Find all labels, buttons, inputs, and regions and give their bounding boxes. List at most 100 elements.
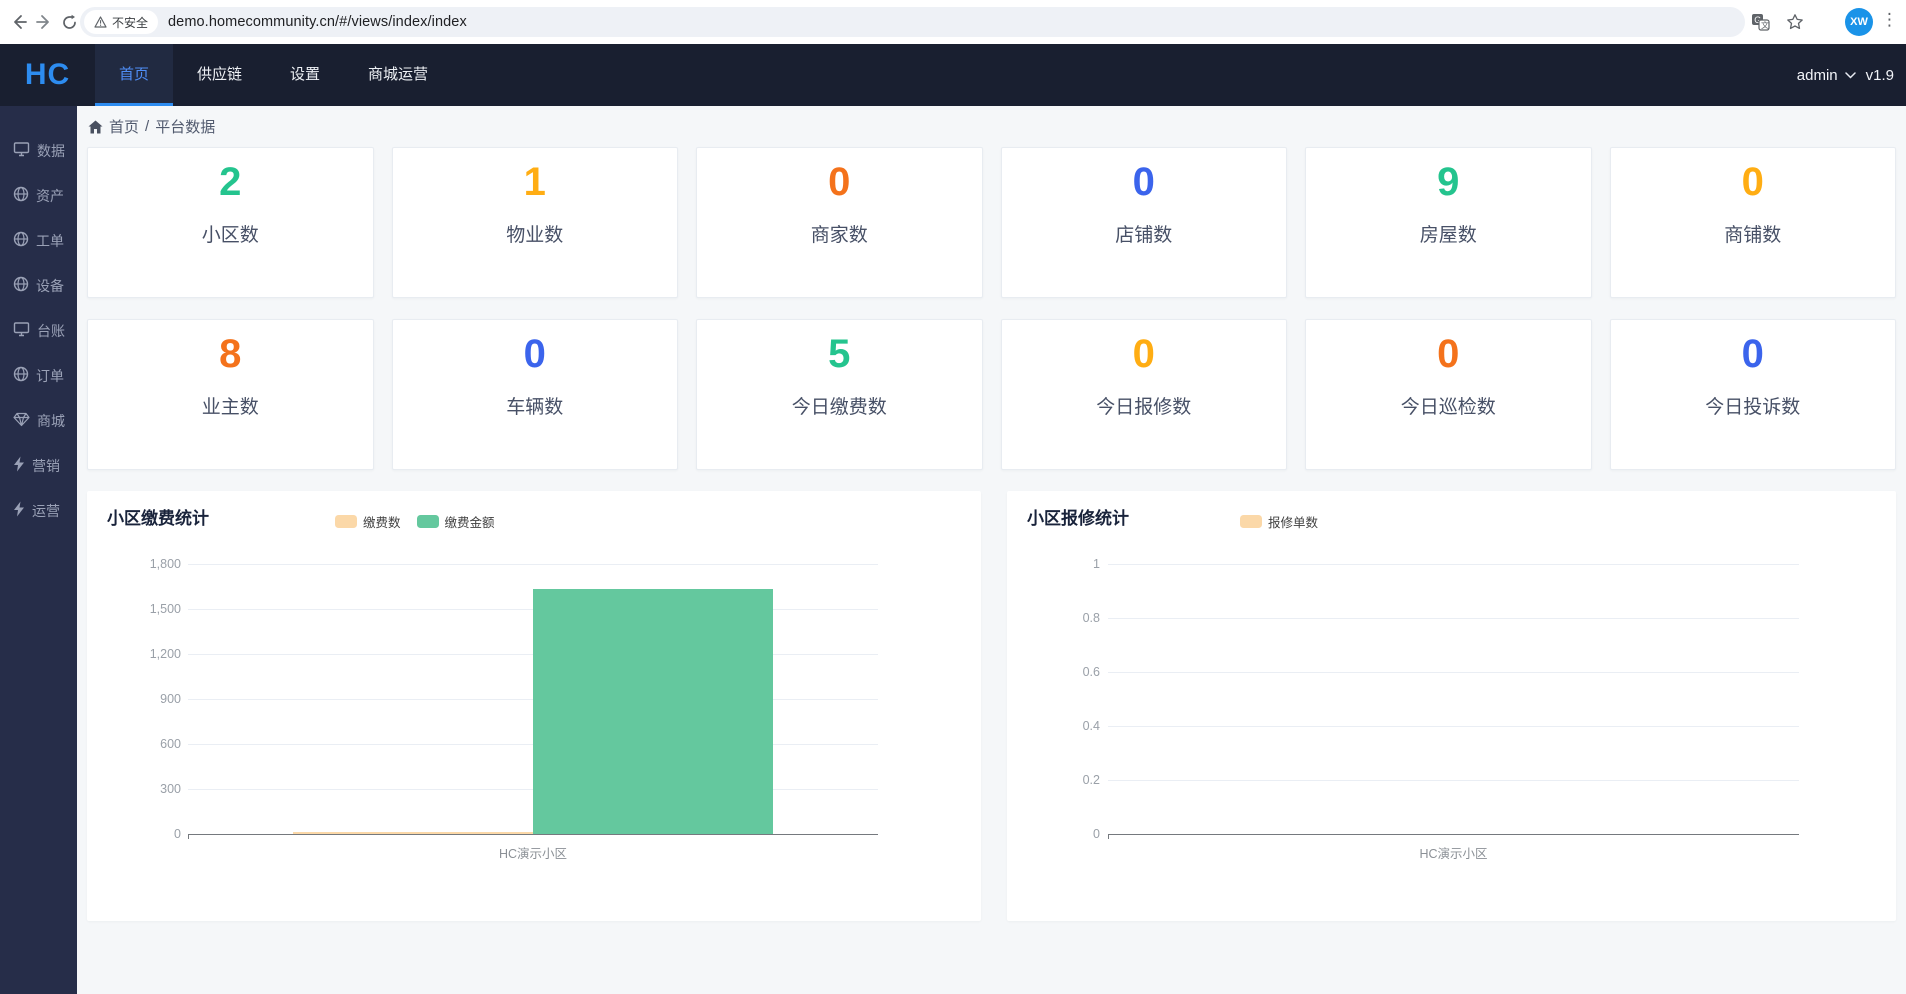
stat-label: 店铺数 — [1115, 220, 1172, 247]
stat-value: 0 — [828, 156, 850, 208]
y-tick-label: 0 — [1007, 827, 1100, 841]
sidebar: 数据资产工单设备台账订单商城营销运营 — [0, 106, 77, 994]
breadcrumb-separator: / — [145, 118, 149, 135]
globe-icon — [13, 231, 29, 250]
stat-card-今日报修数: 0 今日报修数 — [1001, 319, 1288, 470]
stat-value: 9 — [1437, 156, 1459, 208]
globe-icon — [13, 276, 29, 295]
stat-card-商铺数: 0商铺数 — [1610, 147, 1897, 298]
stat-card-商家数: 0商家数 — [696, 147, 983, 298]
nav-tabs: 首页供应链设置商城运营 — [95, 44, 452, 106]
stat-label: 商铺数 — [1724, 220, 1781, 247]
stat-card-店铺数: 0 店铺数 — [1001, 147, 1288, 298]
sidebar-item-设备[interactable]: 设备 — [0, 263, 77, 308]
stat-label: 今日报修数 — [1096, 392, 1191, 419]
legend-item-缴费数[interactable]: 缴费数 — [335, 512, 401, 531]
stat-card-小区数: 2 小区数 — [87, 147, 374, 298]
axis-tick — [1108, 834, 1109, 839]
sidebar-item-台账[interactable]: 台账 — [0, 308, 77, 353]
sidebar-item-营销[interactable]: 营销 — [0, 443, 77, 488]
chart-card-小区报修统计: 小区报修统计报修单数10.80.60.40.20HC演示小区 — [1007, 491, 1896, 921]
monitor-icon — [13, 321, 30, 340]
stat-value: 1 — [524, 156, 546, 208]
x-axis-category-label: HC演示小区 — [433, 843, 633, 862]
x-axis-line — [1108, 834, 1799, 835]
sidebar-item-label: 商城 — [37, 411, 65, 431]
back-icon[interactable] — [8, 11, 30, 33]
legend-item-报修单数[interactable]: 报修单数 — [1240, 512, 1318, 531]
user-menu[interactable]: admin — [1797, 67, 1856, 84]
stat-value: 0 — [1133, 156, 1155, 208]
gridline — [1108, 618, 1799, 619]
stat-label: 今日缴费数 — [792, 392, 887, 419]
sidebar-item-label: 设备 — [36, 276, 64, 296]
stats-grid: 2小区数1物业数0商家数0店铺数9房屋数0商铺数8业主数0车辆数5今日缴费数0今… — [77, 147, 1906, 470]
security-chip[interactable]: 不安全 — [84, 10, 158, 34]
nav-tab-4[interactable]: 商城运营 — [344, 44, 452, 106]
stat-label: 小区数 — [202, 220, 259, 247]
main-content: 首页 / 平台数据 2小区数1物业数0商家数0店铺数9房屋数0商铺数8业主数0车… — [77, 106, 1906, 994]
reload-icon[interactable] — [58, 11, 80, 33]
bar-缴费数 — [293, 832, 533, 834]
warning-icon — [94, 16, 107, 28]
chevron-down-icon — [1845, 72, 1856, 79]
sidebar-item-运营[interactable]: 运营 — [0, 488, 77, 533]
nav-tab-2[interactable]: 供应链 — [173, 44, 266, 106]
stat-label: 物业数 — [506, 220, 563, 247]
sidebar-item-数据[interactable]: 数据 — [0, 128, 77, 173]
url-bar[interactable]: 不安全 demo.homecommunity.cn/#/views/index/… — [80, 7, 1745, 37]
chart-legend: 缴费数 缴费金额 — [335, 512, 495, 531]
sidebar-item-label: 台账 — [37, 321, 65, 341]
bolt-icon — [13, 501, 25, 520]
stat-value: 2 — [219, 156, 241, 208]
stat-label: 今日巡检数 — [1401, 392, 1496, 419]
legend-label: 缴费金额 — [445, 512, 495, 531]
y-tick-label: 0.2 — [1007, 773, 1100, 787]
x-axis-category-label: HC演示小区 — [1354, 843, 1554, 862]
nav-tab-3[interactable]: 设置 — [266, 44, 344, 106]
globe-icon — [13, 186, 29, 205]
diamond-icon — [13, 412, 30, 430]
legend-label: 报修单数 — [1268, 512, 1318, 531]
legend-swatch — [335, 515, 357, 528]
y-tick-label: 300 — [87, 782, 181, 796]
y-tick-label: 1 — [1007, 557, 1100, 571]
stat-label: 房屋数 — [1420, 220, 1477, 247]
stat-card-车辆数: 0车辆数 — [392, 319, 679, 470]
sidebar-item-工单[interactable]: 工单 — [0, 218, 77, 263]
app-version: v1.9 — [1866, 67, 1894, 84]
nav-tab-1[interactable]: 首页 — [95, 44, 173, 106]
stat-value: 5 — [828, 328, 850, 380]
browser-menu-icon[interactable]: ⋮ — [1881, 10, 1898, 30]
chart-legend: 报修单数 — [1240, 512, 1318, 531]
url-text: demo.homecommunity.cn/#/views/index/inde… — [168, 14, 467, 30]
stat-value: 0 — [1133, 328, 1155, 380]
sidebar-item-订单[interactable]: 订单 — [0, 353, 77, 398]
bookmark-star-icon[interactable] — [1784, 11, 1806, 33]
legend-item-缴费金额[interactable]: 缴费金额 — [417, 512, 495, 531]
translate-icon[interactable]: G文 — [1749, 11, 1771, 33]
breadcrumb-home[interactable]: 首页 — [109, 116, 139, 137]
sidebar-item-商城[interactable]: 商城 — [0, 398, 77, 443]
stat-label: 业主数 — [202, 392, 259, 419]
stat-value: 0 — [1437, 328, 1459, 380]
browser-toolbar: 不安全 demo.homecommunity.cn/#/views/index/… — [0, 0, 1906, 44]
stat-value: 0 — [1742, 328, 1764, 380]
navbar-right: admin v1.9 — [1797, 44, 1906, 106]
svg-text:文: 文 — [1761, 20, 1769, 30]
y-tick-label: 1,500 — [87, 602, 181, 616]
stat-card-物业数: 1 物业数 — [392, 147, 679, 298]
browser-profile-avatar[interactable]: XW — [1845, 8, 1873, 36]
stat-card-今日缴费数: 5 今日缴费数 — [696, 319, 983, 470]
sidebar-item-资产[interactable]: 资产 — [0, 173, 77, 218]
y-tick-label: 0.8 — [1007, 611, 1100, 625]
y-tick-label: 900 — [87, 692, 181, 706]
sidebar-item-label: 数据 — [37, 141, 65, 161]
forward-icon[interactable] — [33, 11, 55, 33]
sidebar-item-label: 订单 — [36, 366, 64, 386]
bolt-icon — [13, 456, 25, 475]
charts-row: 小区缴费统计缴费数缴费金额1,8001,5001,2009006003000HC… — [77, 491, 1906, 921]
app-logo[interactable]: HC — [0, 44, 95, 106]
security-label: 不安全 — [112, 14, 148, 31]
y-tick-label: 0.6 — [1007, 665, 1100, 679]
